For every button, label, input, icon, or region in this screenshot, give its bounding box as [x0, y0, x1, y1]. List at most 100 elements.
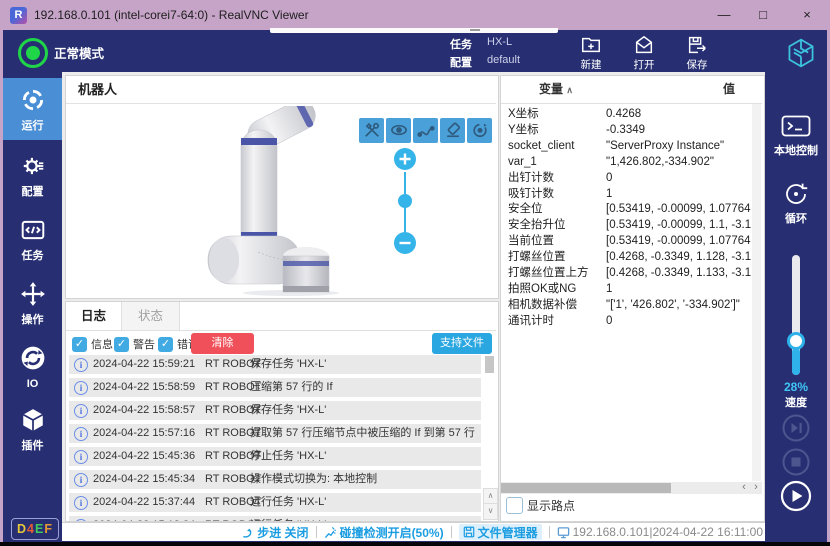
vnc-toolbar-strip[interactable]: [270, 28, 558, 33]
speed-slider-handle[interactable]: [787, 332, 805, 350]
divider: [451, 526, 452, 538]
zoom-slider-handle[interactable]: [398, 194, 412, 208]
sidebar-item-plugin[interactable]: 插件: [3, 398, 62, 460]
eraser-icon: [443, 120, 463, 140]
info-icon: i: [74, 473, 88, 487]
log-scrollbar-thumb[interactable]: [485, 356, 494, 373]
variable-row: 相机数据补偿"['1', '426.802', '-334.902']": [501, 298, 751, 313]
view-visibility-button[interactable]: [386, 118, 411, 143]
variables-horizontal-scrollbar[interactable]: ‹ ›: [501, 482, 762, 494]
scroll-left-button[interactable]: ‹: [738, 482, 750, 494]
new-task-button[interactable]: 新建: [567, 33, 615, 71]
step-forward-button[interactable]: [782, 414, 810, 442]
tools-icon: [362, 120, 382, 140]
save-icon: [686, 34, 708, 56]
loop-mode-button[interactable]: [782, 180, 810, 213]
log-scroll-down-button[interactable]: ∨: [483, 503, 498, 520]
step-icon: [241, 526, 254, 539]
column-header-variable[interactable]: 变量 ∧: [539, 76, 573, 103]
realvnc-app-icon: R: [10, 7, 27, 24]
brand-logo-icon: [785, 37, 817, 69]
sidebar-item-config[interactable]: 配置: [3, 144, 62, 206]
sidebar-item-io[interactable]: IO: [3, 336, 62, 398]
zoom-in-button[interactable]: [394, 148, 416, 170]
file-manager-button[interactable]: 文件管理器: [459, 524, 542, 540]
close-button[interactable]: ×: [788, 0, 826, 30]
info-icon: i: [74, 358, 88, 372]
sidebar-item-operate[interactable]: 操作: [3, 272, 62, 334]
divider: [66, 103, 496, 104]
sidebar-item-run[interactable]: 运行: [3, 78, 62, 140]
robot-panel-title: 机器人: [78, 76, 117, 103]
sidebar-item-task[interactable]: 任务: [3, 208, 62, 270]
io-cycle-icon: [20, 345, 46, 371]
local-control-label: 本地控制: [765, 142, 827, 158]
code-window-icon: [20, 217, 46, 243]
checkbox-checked-icon: ✓: [72, 337, 87, 352]
collision-icon: [324, 526, 337, 539]
support-files-button[interactable]: 支持文件: [432, 333, 492, 354]
info-icon: i: [74, 450, 88, 464]
variable-row: X坐标0.4268: [501, 107, 751, 122]
variable-row: Y坐标-0.3349: [501, 123, 751, 138]
local-control-button[interactable]: [781, 114, 811, 143]
clear-log-button[interactable]: 清除: [191, 333, 254, 354]
divider: [66, 330, 496, 331]
divider: [501, 103, 762, 104]
filter-info-checkbox[interactable]: ✓ 信息: [72, 336, 113, 352]
variables-vertical-scrollbar[interactable]: [752, 104, 761, 481]
view-tools-button[interactable]: [359, 118, 384, 143]
show-waypoints-checkbox[interactable]: 显示路点: [506, 497, 575, 513]
play-button[interactable]: [780, 480, 812, 512]
info-icon: i: [74, 404, 88, 418]
checkbox-checked-icon: ✓: [114, 337, 129, 352]
collision-detection-toggle[interactable]: 碰撞检测开启(50%): [324, 524, 444, 541]
window-titlebar[interactable]: R 192.168.0.101 (intel-corei7-64:0) - Re…: [0, 0, 830, 30]
robot-3d-view[interactable]: [186, 106, 366, 296]
run-target-icon: [20, 87, 46, 113]
path-icon: [416, 120, 436, 140]
screen-edge: [0, 542, 830, 546]
column-header-value[interactable]: 值: [723, 76, 735, 103]
variable-row: 打螺丝位置[0.4268, -0.3349, 1.128, -3.14159, …: [501, 250, 751, 265]
view-reset-rotation-button[interactable]: [467, 118, 492, 143]
vnc-toolbar-grip: [470, 29, 480, 31]
new-icon: [580, 34, 602, 56]
log-row: i2024-04-22 15:59:21RT ROBOT保存任务 'HX-L': [69, 355, 481, 374]
gear-icon: [20, 153, 46, 179]
config-value: default: [487, 54, 520, 66]
loop-label: 循环: [765, 210, 827, 226]
divider: [316, 526, 317, 538]
variable-row: 安全位[0.53419, -0.00099, 1.07764, -3.14048…: [501, 202, 751, 217]
filter-warn-checkbox[interactable]: ✓ 警告: [114, 336, 155, 352]
info-icon: i: [74, 427, 88, 441]
loop-icon: [782, 180, 810, 208]
speed-label: 速度: [765, 394, 827, 410]
info-icon: i: [74, 519, 88, 521]
task-value: HX-L: [487, 36, 512, 48]
scroll-right-button[interactable]: ›: [750, 482, 762, 494]
save-task-button[interactable]: 保存: [673, 33, 721, 71]
connection-info: 192.168.0.101|2024-04-22 16:11:00: [557, 525, 763, 539]
step-forward-icon: [782, 414, 810, 442]
status-bar: 步进 关闭 碰撞检测开启(50%) 文件管理器 192.168.0.101|20…: [62, 522, 765, 541]
file-manager-icon: [463, 526, 475, 538]
realvnc-window: R 192.168.0.101 (intel-corei7-64:0) - Re…: [0, 0, 830, 546]
zoom-out-button[interactable]: [394, 232, 416, 254]
variable-row: var_1"1,426.802,-334.902": [501, 155, 751, 170]
minimize-button[interactable]: —: [705, 0, 743, 30]
variable-row: 当前位置[0.53419, -0.00099, 1.07764, -3.1404…: [501, 234, 751, 249]
stop-button[interactable]: [782, 448, 810, 476]
view-path-button[interactable]: [413, 118, 438, 143]
right-control-panel: 本地控制 循环 28% 速度: [765, 72, 827, 540]
view-eraser-button[interactable]: [440, 118, 465, 143]
plus-icon: [398, 152, 412, 166]
tab-log[interactable]: 日志: [66, 302, 122, 330]
tab-status[interactable]: 状态: [122, 302, 180, 330]
step-mode-toggle[interactable]: 步进 关闭: [241, 524, 308, 541]
open-task-button[interactable]: 打开: [620, 33, 668, 71]
maximize-button[interactable]: □: [744, 0, 782, 30]
stop-icon: [782, 448, 810, 476]
variable-row: 安全抬升位[0.53419, -0.00099, 1.1, -3.14048, …: [501, 218, 751, 233]
scrollbar-thumb[interactable]: [501, 483, 671, 493]
